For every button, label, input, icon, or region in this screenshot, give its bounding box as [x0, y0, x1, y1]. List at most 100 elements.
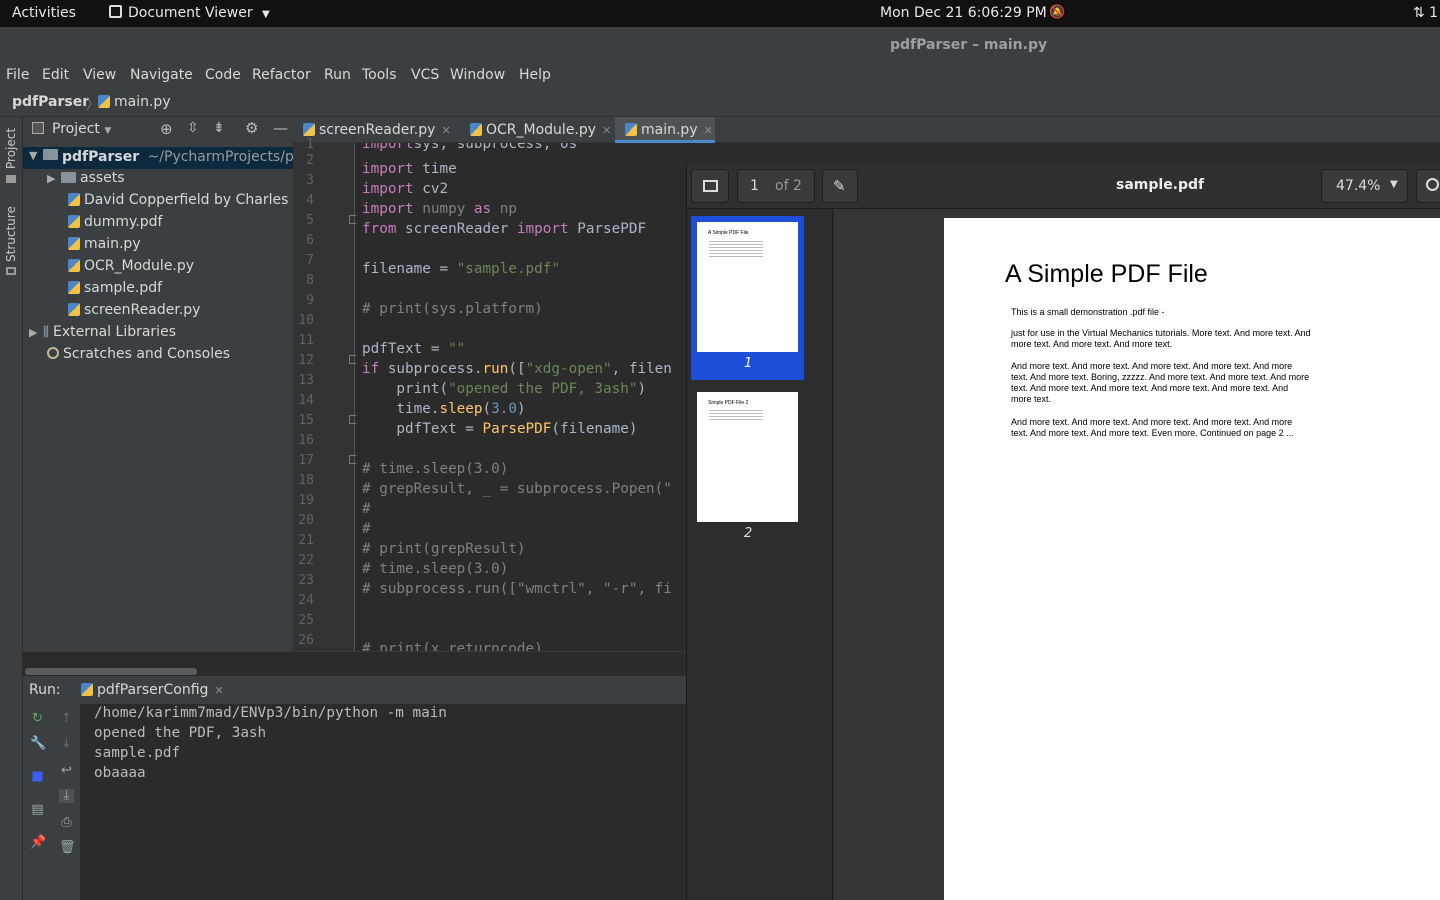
tree-item-ocr-module[interactable]: OCR_Module.py — [68, 258, 194, 274]
left-tool-strip: Project Structure — [0, 117, 23, 900]
tree-item-main-py[interactable]: main.py — [68, 236, 141, 252]
structure-icon — [6, 267, 16, 275]
tree-item-sample-pdf[interactable]: sample.pdf — [68, 280, 162, 296]
breadcrumb-project[interactable]: pdfParser — [12, 94, 89, 110]
line-number: 1 — [306, 137, 314, 152]
horizontal-scrollbar[interactable] — [23, 651, 686, 675]
zoom-selector[interactable]: 47.4% ▼ — [1321, 169, 1408, 203]
page-selector[interactable]: 1 of 2 — [737, 169, 815, 203]
console-line: sample.pdf — [94, 745, 181, 761]
page-total: of 2 — [775, 178, 802, 194]
viewer-header: 1 of 2 ✎ sample.pdf 47.4% ▼ — [687, 163, 1440, 209]
menu-run[interactable]: Run — [324, 67, 351, 83]
thumbnail-page-2[interactable]: Simple PDF File 2 — [697, 392, 798, 522]
tree-item-screenreader[interactable]: screenReader.py — [68, 302, 200, 318]
close-icon[interactable]: ✕ — [214, 684, 223, 697]
line-number: 10 — [298, 313, 314, 328]
thumbnail-text-lines — [709, 239, 763, 257]
line-number: 21 — [298, 533, 314, 548]
run-toolbar-secondary: ↑ ↓ ↩ ⤓ ⎙ 🗑 — [52, 704, 81, 900]
chevron-down-icon: ▼ — [29, 149, 38, 162]
layout-icon[interactable]: ▤ — [30, 803, 45, 817]
trash-icon[interactable]: 🗑 — [59, 841, 76, 855]
project-view-selector[interactable]: Project ▼ — [52, 121, 111, 137]
clock[interactable]: Mon Dec 21 6:06:29 PM — [880, 5, 1047, 21]
code-line: import cv2 — [362, 181, 449, 197]
menu-file[interactable]: File — [6, 67, 29, 83]
menu-code[interactable]: Code — [205, 67, 241, 83]
menu-refactor[interactable]: Refactor — [252, 67, 311, 83]
notifications-off-icon[interactable]: 🔕 — [1049, 5, 1065, 20]
expand-all-icon[interactable]: ⇳ — [187, 120, 199, 136]
wrench-icon[interactable]: 🔧 — [30, 737, 46, 751]
menu-help[interactable]: Help — [519, 67, 551, 83]
project-view-label: Project — [52, 121, 100, 137]
close-icon[interactable]: ✕ — [704, 124, 713, 137]
tree-item-assets[interactable]: ▶ assets — [47, 170, 125, 186]
search-button[interactable] — [1416, 169, 1440, 203]
thumbnail-title: Simple PDF File 2 — [708, 400, 749, 406]
document-viewer-icon — [109, 5, 122, 18]
arrow-down-icon[interactable]: ↓ — [59, 737, 74, 751]
code-line: # subprocess.run(["wmctrl", "-r", fi — [362, 581, 672, 597]
python-file-icon — [81, 683, 93, 696]
python-file-icon — [68, 259, 80, 272]
locate-icon[interactable]: ⊕ — [160, 120, 173, 138]
tree-item-david-copperfield[interactable]: David Copperfield by Charles D — [68, 192, 304, 208]
annotate-button[interactable]: ✎ — [822, 169, 858, 203]
line-number: 23 — [298, 573, 314, 588]
run-label: Run: — [29, 682, 61, 698]
page-number-input[interactable]: 1 — [750, 178, 759, 194]
line-number: 13 — [298, 373, 314, 388]
thumbnail-page-1[interactable]: A Simple PDF File — [697, 222, 798, 352]
menu-navigate[interactable]: Navigate — [130, 67, 193, 83]
tree-item-dummy-pdf[interactable]: dummy.pdf — [68, 214, 162, 230]
run-console[interactable]: /home/karimm7mad/ENVp3/bin/python -m mai… — [81, 704, 686, 900]
code-editor[interactable]: importsys, subprocess, os import time impo… — [356, 143, 686, 651]
tree-item-external-libraries[interactable]: ▶ ⫼ External Libraries — [29, 324, 176, 340]
code-line: # — [362, 501, 371, 517]
menu-tools[interactable]: Tools — [362, 67, 397, 83]
code-line: pdfText = ParsePDF(filename) — [362, 421, 638, 437]
sidebar-toggle-button[interactable] — [691, 169, 729, 203]
tree-item-label: OCR_Module.py — [84, 258, 195, 274]
line-number: 16 — [298, 433, 314, 448]
soft-wrap-icon[interactable]: ↩ — [59, 764, 74, 778]
close-icon[interactable]: ✕ — [602, 124, 611, 137]
tree-item-scratches[interactable]: Scratches and Consoles — [47, 346, 230, 362]
breadcrumb-file[interactable]: main.py — [98, 94, 171, 110]
stop-icon[interactable]: ■ — [30, 770, 45, 784]
tab-main-py[interactable]: main.py ✕ — [615, 117, 715, 143]
tree-root[interactable]: ▼ pdfParser ~/PycharmProjects/pd — [23, 147, 303, 169]
run-config-tab[interactable]: pdfParserConfig ✕ — [81, 682, 224, 698]
scroll-to-end-icon[interactable]: ⤓ — [59, 789, 74, 803]
structure-tool-label: Structure — [4, 206, 18, 262]
app-menu[interactable]: Document Viewer ▼ — [109, 5, 270, 21]
structure-tool-tab[interactable]: Structure — [4, 206, 18, 262]
menu-view[interactable]: View — [83, 67, 116, 83]
menu-edit[interactable]: Edit — [42, 67, 69, 83]
project-tool-tab[interactable]: Project — [4, 128, 18, 169]
gear-icon[interactable]: ⚙ — [245, 119, 258, 137]
thumbnail-text-lines — [709, 408, 763, 420]
network-tray[interactable]: ⇅ 1 — [1413, 5, 1438, 21]
line-number: 6 — [306, 233, 314, 248]
close-icon[interactable]: ✕ — [441, 124, 450, 137]
menu-window[interactable]: Window — [450, 67, 505, 83]
line-number: 15 — [298, 413, 314, 428]
arrow-up-icon[interactable]: ↑ — [59, 712, 74, 726]
tab-ocr-module[interactable]: OCR_Module.py ✕ — [470, 117, 615, 143]
minimize-icon[interactable]: — — [273, 119, 288, 137]
menu-vcs[interactable]: VCS — [411, 67, 439, 83]
rerun-icon[interactable]: ↻ — [30, 712, 45, 726]
tab-screenreader[interactable]: screenReader.py ✕ — [303, 117, 463, 143]
project-panel: Project ▼ ⊕ ⇳ ⇟ ⚙ — ▼ pdfParser ~/Pycharm… — [23, 117, 304, 675]
activities-button[interactable]: Activities — [12, 5, 76, 21]
scrollbar-thumb[interactable] — [25, 668, 197, 675]
collapse-all-icon[interactable]: ⇟ — [213, 120, 225, 136]
pin-icon[interactable]: 📌 — [30, 836, 46, 850]
page-view[interactable]: A Simple PDF File This is a small demons… — [834, 209, 1440, 900]
line-number: 18 — [298, 473, 314, 488]
print-icon[interactable]: ⎙ — [59, 816, 74, 830]
chevron-right-icon: ▶ — [47, 172, 56, 185]
